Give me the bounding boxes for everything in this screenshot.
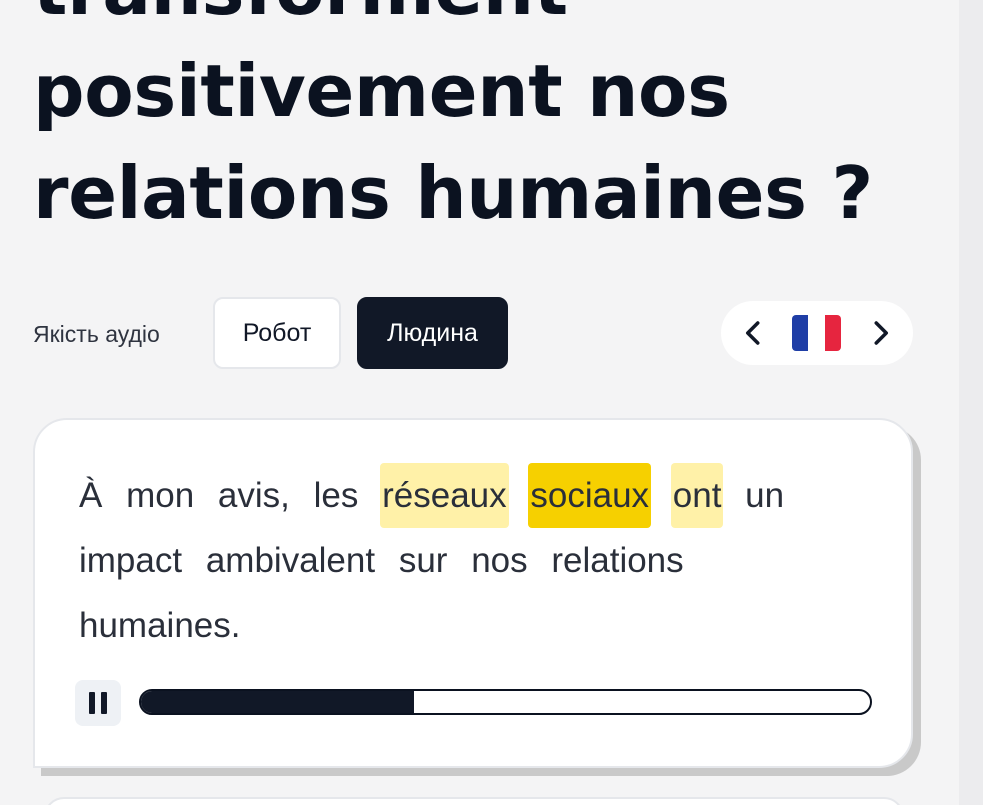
chevron-right-svg: [874, 321, 888, 345]
robot-audio-label: Робот: [242, 318, 312, 347]
transcript-word[interactable]: À: [77, 463, 104, 528]
transcript-word[interactable]: ambivalent: [204, 528, 377, 593]
page-title: transforment positivement nos relations …: [33, 0, 913, 244]
page: transforment positivement nos relations …: [0, 0, 983, 805]
human-audio-button[interactable]: Людина: [357, 297, 508, 369]
pause-icon: [89, 692, 107, 714]
language-switcher: [721, 301, 913, 365]
transcript-word[interactable]: nos: [469, 528, 529, 593]
transcript-word[interactable]: impact: [77, 528, 184, 593]
page-title-line-3: relations humaines ?: [33, 151, 873, 235]
scrollbar-track[interactable]: [959, 0, 983, 805]
audio-progress-bar[interactable]: [139, 689, 872, 715]
transcript-word[interactable]: réseaux: [380, 463, 509, 528]
transcript-word[interactable]: ont: [670, 463, 724, 528]
flag-stripe-red: [824, 315, 841, 351]
chevron-left-svg: [746, 321, 760, 345]
france-flag-icon: [792, 315, 841, 351]
page-title-line-1: transforment: [33, 0, 568, 31]
audio-player: [75, 678, 875, 728]
audio-quality-label: Якість аудіо: [33, 321, 160, 347]
transcript-word[interactable]: avis,: [216, 463, 292, 528]
transcript-word[interactable]: sociaux: [528, 463, 652, 528]
next-card: [44, 797, 904, 805]
pause-button[interactable]: [75, 680, 121, 726]
transcript-word[interactable]: humaines.: [77, 593, 242, 658]
audio-progress-fill: [141, 691, 415, 713]
transcript-word[interactable]: mon: [124, 463, 196, 528]
transcript-word[interactable]: les: [312, 463, 361, 528]
robot-audio-button[interactable]: Робот: [213, 297, 341, 369]
chevron-right-icon[interactable]: [865, 318, 895, 348]
transcript-word[interactable]: un: [743, 463, 786, 528]
transcript-text: À mon avis, les réseaux sociaux ont un i…: [77, 463, 837, 658]
flag-stripe-white: [808, 315, 825, 351]
page-title-line-2: positivement nos: [33, 49, 730, 133]
transcript-word[interactable]: sur: [397, 528, 450, 593]
transcript-card: À mon avis, les réseaux sociaux ont un i…: [33, 418, 913, 768]
flag-stripe-blue: [792, 315, 809, 351]
human-audio-label: Людина: [387, 318, 478, 347]
transcript-word[interactable]: relations: [549, 528, 685, 593]
chevron-left-icon[interactable]: [739, 318, 769, 348]
audio-controls: Якість аудіо Робот Людина: [33, 297, 913, 369]
